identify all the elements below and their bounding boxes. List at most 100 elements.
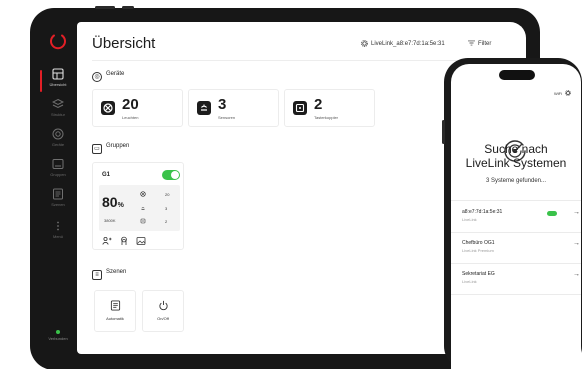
devices-section-title: ◎ Geräte bbox=[92, 71, 124, 82]
sidebar-item-menu[interactable]: Menü bbox=[40, 220, 76, 250]
connected-badge bbox=[547, 211, 557, 216]
arrow-right-icon: → bbox=[573, 209, 580, 216]
device-icon: ◎ bbox=[92, 72, 102, 82]
device-count: 3 bbox=[218, 96, 227, 113]
lamp-icon bbox=[101, 101, 115, 115]
brightness-value: 80% bbox=[102, 194, 124, 210]
system-type: LiveLink bbox=[462, 279, 477, 284]
phone-button bbox=[442, 120, 445, 144]
gear-icon[interactable] bbox=[565, 90, 572, 96]
divider bbox=[451, 232, 581, 233]
sidebar-item-label: Szenen bbox=[51, 202, 65, 207]
device-count: 2 bbox=[314, 96, 323, 113]
divider bbox=[451, 200, 581, 201]
button-coupler-icon bbox=[293, 101, 307, 115]
stack-icon bbox=[52, 98, 64, 109]
livelink-label: LiveLink_a8:e7:7d:1a:5e:31 bbox=[371, 41, 445, 47]
top-bar: Übersicht LiveLink_a8:e7:7d:1a:5e:31 Fil… bbox=[77, 22, 526, 52]
group-card-g1[interactable]: G1 80% 3800K 20 3 2 bbox=[92, 162, 184, 250]
status-bar: WiFi bbox=[554, 90, 572, 96]
group-lamp-count: 20 bbox=[165, 192, 170, 197]
sidebar-item-label: Geräte bbox=[51, 142, 65, 147]
system-type: LiveLink bbox=[462, 217, 477, 222]
sensor-icon bbox=[197, 101, 211, 115]
search-title: Suche nach bbox=[484, 142, 548, 156]
livelink-selector[interactable]: LiveLink_a8:e7:7d:1a:5e:31 bbox=[361, 40, 445, 47]
scene-label: Automatik bbox=[106, 316, 124, 321]
found-count: 3 Systeme gefunden... bbox=[485, 178, 547, 184]
touch-icon[interactable] bbox=[119, 236, 129, 246]
scene-icon: ≡ bbox=[92, 270, 102, 280]
divider bbox=[451, 263, 581, 264]
tablet-button bbox=[122, 6, 134, 9]
group-sensor-count: 3 bbox=[165, 206, 168, 211]
power-icon bbox=[158, 300, 168, 311]
image-icon[interactable] bbox=[136, 236, 146, 246]
divider bbox=[451, 294, 581, 295]
automation-icon bbox=[110, 300, 120, 311]
dynamic-island bbox=[499, 70, 535, 80]
device-card-couplers[interactable]: 2 Tasterkoppler bbox=[284, 89, 375, 127]
menu-icon bbox=[57, 221, 59, 231]
group-icon: ▭ bbox=[92, 144, 102, 154]
product-mockup: Übersicht Struktur Geräte Gruppen Szenen… bbox=[0, 0, 586, 369]
color-temperature: 3800K bbox=[104, 218, 116, 223]
layout-icon bbox=[52, 68, 64, 80]
groups-section-title: ▭ Gruppen bbox=[92, 143, 129, 154]
sidebar-item-overview[interactable]: Übersicht bbox=[40, 68, 76, 98]
users-icon[interactable] bbox=[102, 236, 112, 246]
system-name: a8:e7:7d:1a:5e:31 bbox=[462, 209, 503, 215]
gear-icon bbox=[361, 40, 368, 47]
sidebar-item-label: Menü bbox=[52, 234, 63, 239]
sidebar-item-label: Struktur bbox=[50, 112, 65, 117]
brand-logo-icon bbox=[50, 34, 66, 50]
filter-label: Filter bbox=[478, 41, 492, 47]
connection-status: Verbunden bbox=[40, 330, 76, 341]
toggle-knob bbox=[171, 171, 179, 179]
sidebar-item-label: Gruppen bbox=[50, 172, 66, 177]
scene-icon bbox=[53, 188, 63, 200]
active-indicator bbox=[40, 70, 42, 92]
sidebar-item-scenes[interactable]: Szenen bbox=[40, 188, 76, 218]
system-list-item[interactable]: a8:e7:7d:1a:5e:31 LiveLink → bbox=[451, 203, 581, 231]
lamp-icon bbox=[140, 191, 146, 197]
device-card-lamps[interactable]: 20 Leuchten bbox=[92, 89, 183, 127]
filter-button[interactable]: Filter bbox=[468, 40, 491, 47]
sidebar: Übersicht Struktur Geräte Gruppen Szenen… bbox=[40, 22, 76, 352]
connection-label: Verbunden bbox=[48, 336, 68, 341]
divider bbox=[92, 60, 516, 61]
button-coupler-icon bbox=[140, 218, 146, 224]
device-label: Sensoren bbox=[218, 115, 236, 120]
phone-screen: WiFi Suche nach LiveLink Systemen 3 Syst… bbox=[451, 64, 581, 369]
scene-label: On/Off bbox=[157, 316, 169, 321]
device-icon bbox=[52, 128, 64, 140]
scene-card-onoff[interactable]: On/Off bbox=[142, 290, 184, 332]
system-list-item[interactable]: Sekretariat EG LiveLink → bbox=[451, 265, 581, 293]
status-dot bbox=[56, 330, 60, 334]
device-label: Tasterkoppler bbox=[314, 115, 339, 120]
system-name: Chefbüro OG1 bbox=[462, 240, 495, 246]
search-title: LiveLink Systemen bbox=[465, 156, 567, 170]
tablet-button bbox=[95, 6, 115, 9]
group-coupler-count: 2 bbox=[165, 219, 168, 224]
system-name: Sekretariat EG bbox=[462, 271, 495, 277]
sidebar-item-label: Übersicht bbox=[49, 82, 67, 87]
page-title: Übersicht bbox=[92, 35, 156, 52]
scenes-section-title: ≡ Szenen bbox=[92, 269, 126, 280]
sensor-icon bbox=[141, 207, 145, 210]
system-type: LiveLink Premium bbox=[462, 248, 494, 253]
device-card-sensors[interactable]: 3 Sensoren bbox=[188, 89, 279, 127]
sidebar-item-devices[interactable]: Geräte bbox=[40, 128, 76, 158]
filter-icon bbox=[468, 40, 475, 46]
group-name: G1 bbox=[102, 172, 111, 178]
sidebar-item-structure[interactable]: Struktur bbox=[40, 98, 76, 128]
device-count: 20 bbox=[122, 96, 139, 113]
arrow-right-icon: → bbox=[573, 240, 580, 247]
group-icon bbox=[52, 159, 64, 169]
system-list-item[interactable]: Chefbüro OG1 LiveLink Premium → bbox=[451, 234, 581, 262]
sidebar-item-groups[interactable]: Gruppen bbox=[40, 158, 76, 188]
device-label: Leuchten bbox=[122, 115, 139, 120]
arrow-right-icon: → bbox=[573, 271, 580, 278]
scene-card-automatik[interactable]: Automatik bbox=[94, 290, 136, 332]
group-toggle[interactable] bbox=[162, 170, 180, 180]
